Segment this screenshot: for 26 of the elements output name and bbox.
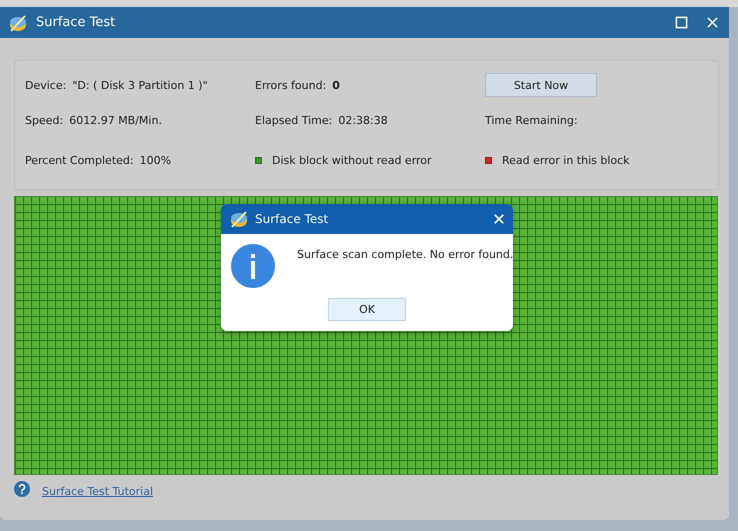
field-label: Time Remaining:	[485, 114, 578, 126]
field-value: 02:38:38	[338, 114, 388, 126]
field-label: Device:	[25, 78, 66, 92]
close-icon[interactable]	[493, 213, 505, 225]
help-icon[interactable]	[14, 480, 30, 496]
field-label: Errors found:	[255, 78, 326, 92]
close-icon[interactable]	[706, 16, 719, 29]
start-now-button[interactable]: Start Now	[485, 73, 597, 97]
window-title: Surface Test	[36, 15, 116, 30]
info-icon	[231, 244, 275, 288]
legend-label: Disk block without read error	[272, 154, 432, 166]
field-value: 0	[332, 78, 340, 92]
dialog-title: Surface Test	[255, 212, 330, 226]
field-label: Percent Completed:	[25, 154, 134, 166]
field-label: Speed:	[25, 114, 64, 126]
field-value: 100%	[140, 154, 172, 166]
maximize-icon[interactable]	[675, 16, 688, 29]
field-label: Elapsed Time:	[255, 114, 332, 126]
tutorial-link[interactable]: Surface Test Tutorial	[42, 485, 153, 498]
field-value: "D: ( Disk 3 Partition 1 )"	[72, 78, 208, 92]
field-value: 6012.97 MB/Min.	[69, 114, 162, 126]
wand-disk-icon	[8, 12, 28, 32]
dialog-message: Surface scan complete. No error found.	[297, 248, 513, 261]
legend-label: Read error in this block	[502, 154, 630, 166]
wand-disk-icon	[229, 209, 249, 229]
ok-button[interactable]: OK	[328, 298, 406, 321]
